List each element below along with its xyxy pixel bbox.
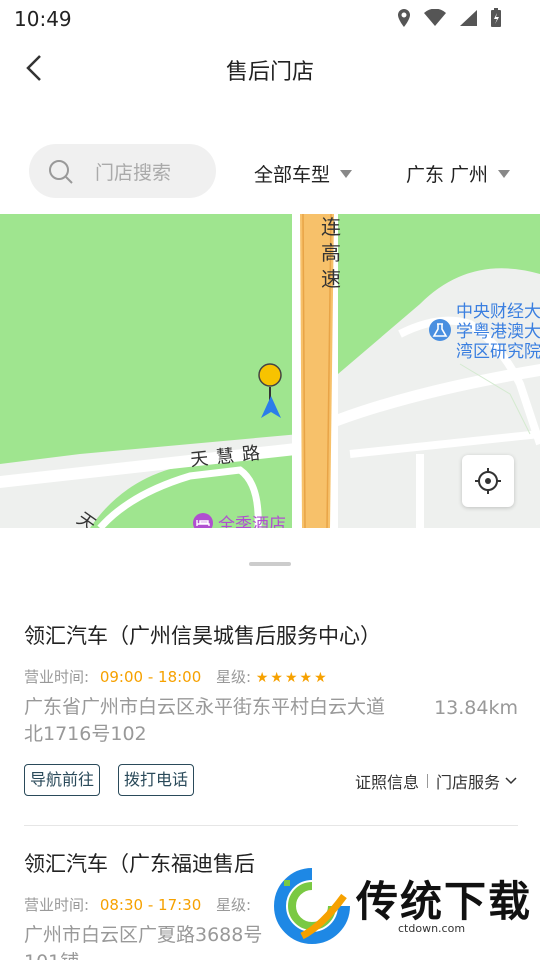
address-line-2: 北1716号102: [24, 723, 147, 745]
star-icon: ★: [314, 669, 327, 686]
chevron-down-icon[interactable]: [504, 776, 518, 786]
region-filter-label: 广东 广州: [406, 164, 489, 186]
star-icon: ★: [255, 669, 269, 686]
locate-me-button[interactable]: [462, 455, 514, 507]
bottom-sheet-handle[interactable]: [249, 562, 291, 566]
store-distance: 13.84km: [434, 697, 518, 719]
search-icon: [49, 160, 73, 184]
poi-university-line-2: 学粤港澳大: [456, 322, 540, 342]
region-filter-dropdown[interactable]: 广东 广州: [406, 160, 511, 187]
dropdown-arrow-icon: [498, 169, 511, 178]
search-input[interactable]: 门店搜索: [29, 144, 216, 198]
status-bar: 10:49: [0, 0, 540, 36]
list-divider: [24, 825, 518, 826]
license-info-link[interactable]: 证照信息: [355, 769, 419, 793]
navigation-arrow-icon: [261, 396, 281, 418]
rating-stars: ★ ★ ★ ★ ★: [256, 670, 327, 686]
status-time: 10:49: [14, 7, 72, 31]
poi-hotel[interactable]: 全季酒店: [192, 510, 286, 528]
highway-label: 连高速: [321, 215, 341, 291]
filter-bar: 门店搜索 全部车型 广东 广州: [0, 144, 540, 200]
brand-logo-icon: [274, 868, 350, 944]
poi-university-line-1: 中央财经大: [456, 302, 540, 322]
store-map[interactable]: 连高速 天慧路 天 中央财经大 学粤港澳大 湾区研究院 全季酒店: [0, 214, 540, 528]
watermark-url: ctdown.com: [398, 922, 466, 935]
hours-value: 09:00 - 18:00: [99, 668, 202, 686]
store-rating: 星级: ★ ★ ★ ★ ★: [216, 666, 327, 687]
watermark-brand: 传统下载: [356, 877, 533, 926]
hours-label: 营业时间:: [24, 668, 90, 686]
poi-university-line-3: 湾区研究院: [456, 342, 540, 362]
crosshair-icon: [475, 468, 501, 494]
signal-icon: [460, 10, 477, 26]
rating-label: 星级:: [216, 896, 252, 914]
lab-flask-icon: [429, 319, 451, 341]
store-card[interactable]: 领汇汽车（广州信昊城售后服务中心） 营业时间: 09:00 - 18:00 星级…: [24, 620, 518, 820]
battery-icon: [491, 8, 501, 27]
store-name: 领汇汽车（广州信昊城售后服务中心）: [24, 624, 381, 648]
navigate-button[interactable]: 导航前往: [24, 764, 101, 796]
search-placeholder: 门店搜索: [95, 162, 172, 184]
address-line-1: 广东省广州市白云区永平街东平村白云大道: [24, 696, 386, 718]
poi-hotel-label: 全季酒店: [218, 515, 286, 528]
wifi-icon: [424, 9, 446, 26]
hours-value: 08:30 - 17:30: [99, 896, 202, 914]
hours-label: 营业时间:: [24, 896, 90, 914]
app-header: 售后门店: [0, 36, 540, 102]
vehicle-filter-dropdown[interactable]: 全部车型: [254, 160, 353, 187]
store-rating: 星级:: [216, 894, 251, 915]
store-address: 广东省广州市白云区永平街东平村白云大道 北1716号102: [24, 694, 424, 748]
business-hours: 营业时间: 08:30 - 17:30: [24, 894, 201, 915]
watermark: 传统下载 ctdown.com: [268, 860, 540, 960]
star-icon: ★: [299, 669, 313, 686]
page-title: 售后门店: [225, 60, 314, 85]
user-location: [259, 394, 283, 424]
hotel-icon: [193, 512, 213, 528]
business-hours: 营业时间: 09:00 - 18:00: [24, 666, 201, 687]
divider: [426, 774, 428, 788]
store-services-link[interactable]: 门店服务: [436, 769, 500, 793]
dropdown-arrow-icon: [340, 169, 353, 178]
rating-label: 星级:: [216, 668, 252, 686]
star-icon: ★: [284, 669, 298, 686]
star-icon: ★: [270, 669, 283, 686]
location-icon: [398, 9, 410, 27]
vehicle-filter-label: 全部车型: [254, 164, 331, 186]
call-button[interactable]: 拨打电话: [118, 764, 195, 796]
